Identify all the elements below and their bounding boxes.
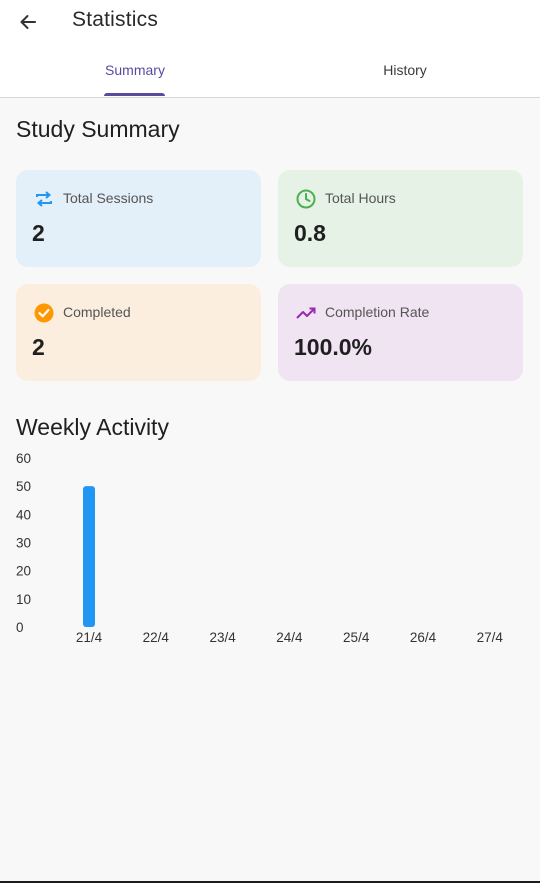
card-label: Total Hours <box>325 190 396 206</box>
x-tick-label: 24/4 <box>276 630 303 645</box>
x-tick-label: 23/4 <box>209 630 236 645</box>
arrow-back-icon <box>20 15 36 29</box>
tab-history[interactable]: History <box>270 42 540 97</box>
tab-summary[interactable]: Summary <box>0 42 270 97</box>
card-value: 0.8 <box>294 220 326 246</box>
y-tick-label: 50 <box>16 479 31 494</box>
back-button[interactable] <box>12 6 44 38</box>
y-tick-label: 60 <box>16 451 31 466</box>
y-tick-label: 0 <box>16 620 24 635</box>
study-summary-heading: Study Summary <box>16 116 180 142</box>
x-tick-label: 25/4 <box>343 630 370 645</box>
y-tick-label: 20 <box>16 564 31 579</box>
bar-21-4 <box>83 486 95 627</box>
x-tick-label: 27/4 <box>477 630 504 645</box>
check-circle-icon <box>33 302 55 324</box>
x-tick-label: 26/4 <box>410 630 437 645</box>
trending-up-icon <box>295 302 317 324</box>
y-tick-label: 40 <box>16 507 31 522</box>
y-tick-label: 10 <box>16 592 31 607</box>
completed-card: Completed 2 <box>16 284 261 381</box>
app-bar: Statistics <box>0 0 540 42</box>
total-sessions-card: Total Sessions 2 <box>16 170 261 267</box>
card-label: Completed <box>63 304 131 320</box>
page-title: Statistics <box>72 8 159 31</box>
completion-rate-card: Completion Rate 100.0% <box>278 284 523 381</box>
weekly-activity-chart: 0 10 20 30 40 50 60 21/4 22/4 23/4 24/4 25/4 26/4 27/… <box>16 451 504 645</box>
card-value: 2 <box>32 220 45 246</box>
active-tab-indicator <box>104 93 165 96</box>
card-label: Completion Rate <box>325 304 430 320</box>
app-screen: Statistics Summary History Study Summary… <box>0 0 540 883</box>
x-tick-label: 22/4 <box>143 630 170 645</box>
x-tick-label: 21/4 <box>76 630 103 645</box>
card-value: 100.0% <box>294 334 373 360</box>
card-value: 2 <box>32 334 45 360</box>
card-label: Total Sessions <box>63 190 154 206</box>
weekly-activity-heading: Weekly Activity <box>16 414 169 440</box>
y-tick-label: 30 <box>16 536 31 551</box>
total-hours-card: Total Hours 0.8 <box>278 170 523 267</box>
clock-icon <box>295 188 317 210</box>
tab-bar: Summary History <box>0 42 540 98</box>
repeat-icon <box>33 188 55 210</box>
